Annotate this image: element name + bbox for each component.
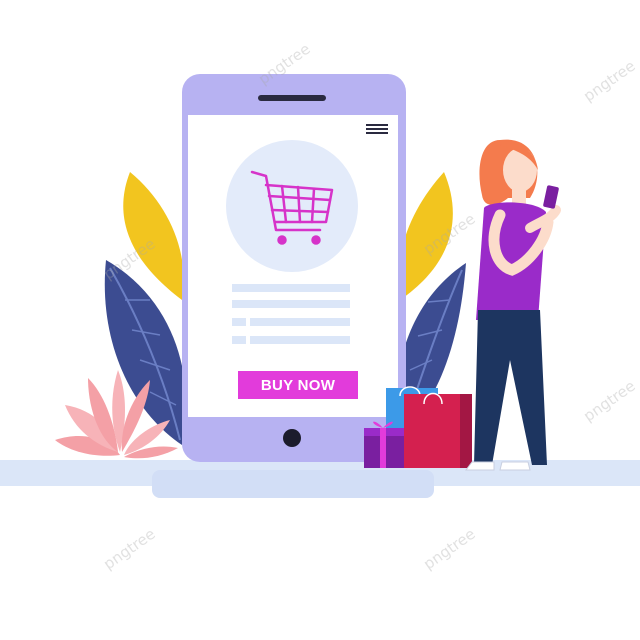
shoe-right [499, 461, 531, 471]
shopping-illustration [0, 74, 640, 498]
hamburger-menu-icon [366, 124, 388, 134]
illustration-stage: BUY NOW pngtree pngtree pngtree pngtree … [0, 0, 640, 640]
phone-shadow [152, 470, 434, 498]
phone-speaker [258, 95, 326, 101]
home-button-icon [283, 429, 301, 447]
pants [474, 310, 547, 465]
smartphone [182, 74, 406, 462]
woman-figure [465, 139, 561, 471]
buy-now-button[interactable]: BUY NOW [238, 371, 358, 399]
cart-circle-background [226, 140, 358, 272]
neck [512, 188, 526, 204]
